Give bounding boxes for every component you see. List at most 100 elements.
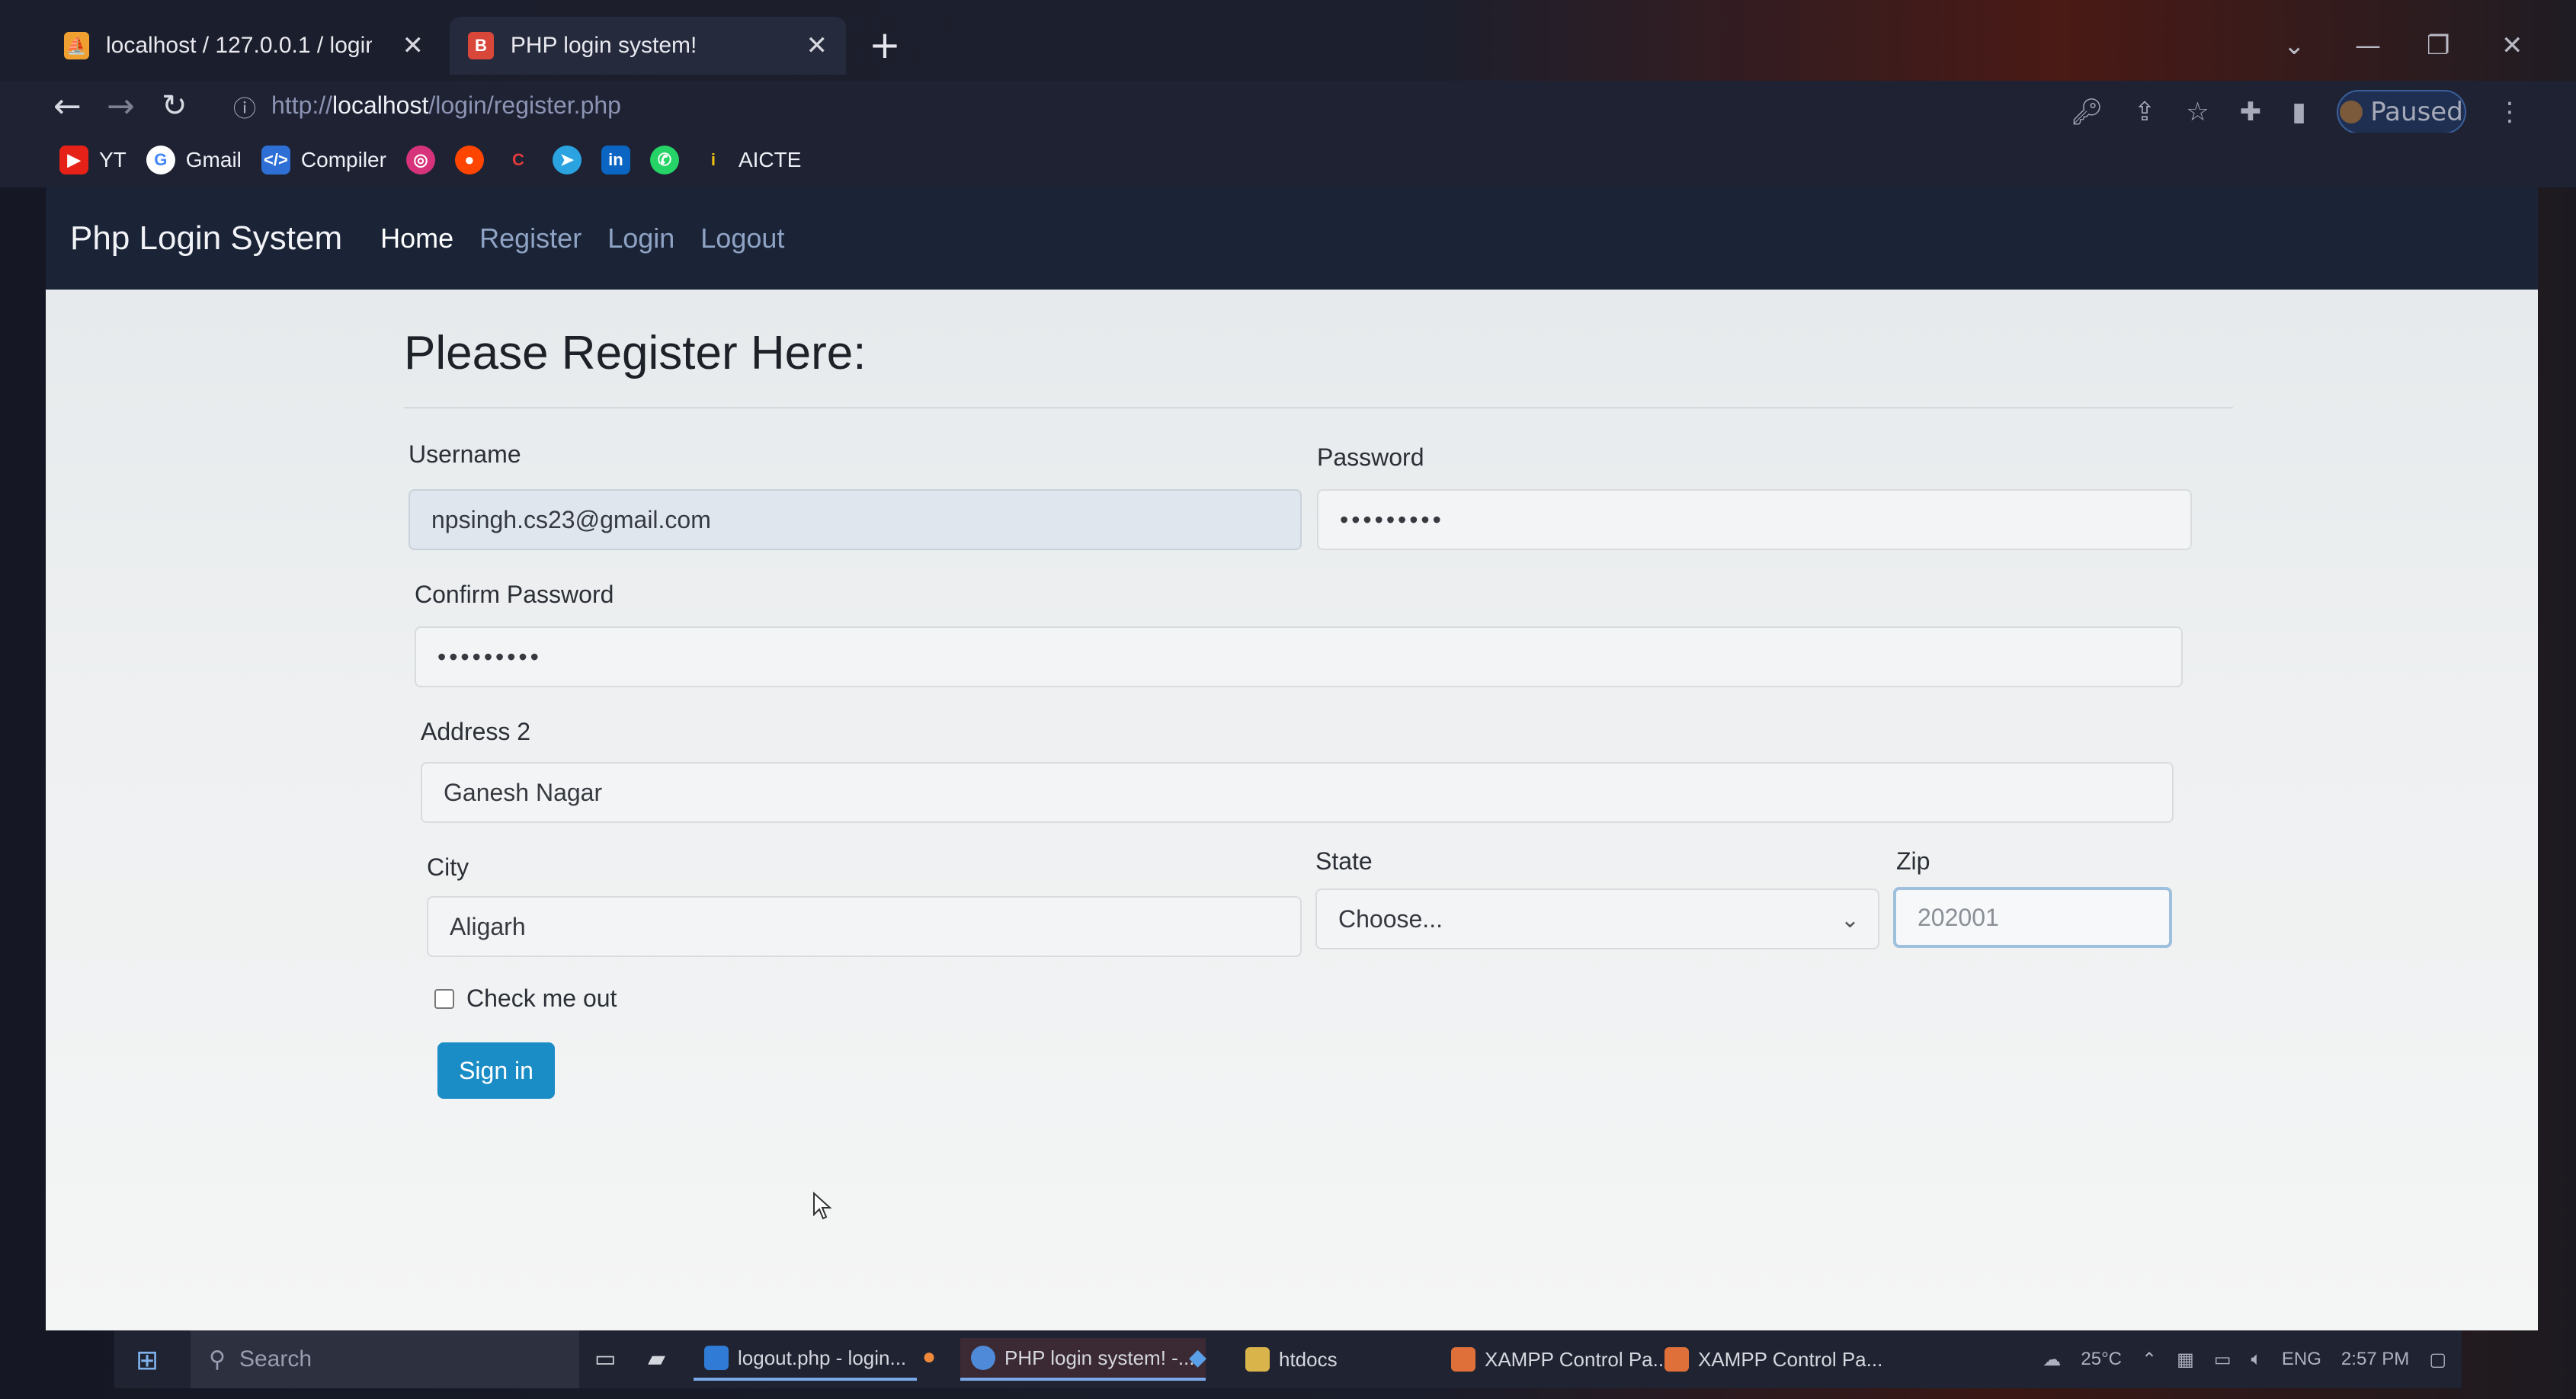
bookmark-reddit[interactable]: ●: [454, 146, 484, 174]
key-icon[interactable]: 🔑︎: [2071, 97, 2103, 127]
bookmark-yt[interactable]: ▶ YT: [59, 146, 127, 174]
language-indicator[interactable]: ENG: [2282, 1349, 2321, 1370]
bookmark-c[interactable]: C: [504, 146, 533, 174]
vscode-icon: [704, 1346, 729, 1370]
address2-label: Address 2: [421, 718, 531, 745]
folder-icon: [1245, 1347, 1270, 1372]
taskbar-label: PHP login system! -...: [1004, 1346, 1195, 1369]
extensions-icon[interactable]: ✚: [2240, 97, 2262, 127]
sidepanel-icon[interactable]: ▮: [2292, 97, 2306, 127]
bookmark-label: Compiler: [300, 148, 386, 171]
windows-start-icon[interactable]: ⊞: [136, 1344, 159, 1376]
bookmark-aicte[interactable]: i AICTE: [699, 146, 802, 174]
city-value: Aligarh: [450, 912, 526, 940]
chevron-up-icon[interactable]: ⌃: [2142, 1349, 2157, 1371]
address2-field[interactable]: Ganesh Nagar: [421, 762, 2174, 823]
confirm-password-value: •••••••••: [437, 642, 542, 671]
bookmark-label: AICTE: [738, 148, 802, 171]
tab-phpmyadmin[interactable]: ⛵ localhost / 127.0.0.1 / login / us ✕: [46, 17, 442, 75]
browser-tabstrip: ⛵ localhost / 127.0.0.1 / login / us ✕ B…: [0, 0, 2576, 91]
check-me-out-checkbox[interactable]: [434, 989, 454, 1009]
profile-button[interactable]: Paused: [2337, 90, 2466, 134]
taskbar-xampp-2[interactable]: XAMPP Control Pa...: [1654, 1338, 1893, 1381]
bookmark-telegram[interactable]: ➤: [552, 146, 582, 174]
city-field[interactable]: Aligarh: [427, 896, 1302, 957]
temperature[interactable]: 25°C: [2081, 1349, 2122, 1370]
bookmark-label: Gmail: [185, 148, 242, 171]
xampp-icon: [1664, 1347, 1689, 1372]
telegram-icon: ➤: [552, 146, 582, 174]
back-icon[interactable]: ←: [53, 87, 82, 126]
username-field[interactable]: npsingh.cs23@gmail.com: [409, 489, 1302, 550]
state-select[interactable]: Choose... ⌄: [1315, 888, 1879, 949]
zip-field[interactable]: 202001: [1893, 887, 2172, 948]
state-label: State: [1315, 847, 1373, 875]
taskbar-chrome[interactable]: PHP login system! -...: [960, 1338, 1206, 1381]
url-host: localhost: [332, 91, 429, 119]
check-me-out-label[interactable]: Check me out: [466, 984, 617, 1013]
toolbar-icons: 🔑︎ ⇪ ☆ ✚ ▮ Paused ⋮: [2071, 90, 2523, 134]
password-field[interactable]: •••••••••: [1317, 489, 2192, 550]
site-info-icon[interactable]: ⓘ: [233, 90, 256, 123]
password-value: •••••••••: [1340, 505, 1444, 533]
task-view-icon[interactable]: ▭: [594, 1346, 616, 1372]
bookmark-label: YT: [99, 148, 127, 171]
volume-icon[interactable]: 🔈︎: [2251, 1349, 2262, 1370]
bookmark-compiler[interactable]: </> Compiler: [261, 146, 386, 174]
share-icon[interactable]: ⇪: [2134, 97, 2156, 127]
new-tab-icon[interactable]: +: [869, 23, 901, 67]
url-input[interactable]: ⓘ http://localhost/login/register.php: [229, 85, 2058, 128]
sign-in-button[interactable]: Sign in: [437, 1042, 555, 1099]
phpmyadmin-icon: ⛵: [64, 32, 90, 59]
file-explorer-icon[interactable]: ▰: [648, 1346, 665, 1372]
nav-logout[interactable]: Logout: [700, 222, 784, 255]
app-icon[interactable]: ◆: [1189, 1344, 1206, 1371]
screen: ⛵ localhost / 127.0.0.1 / login / us ✕ B…: [0, 0, 2576, 1399]
zip-label: Zip: [1896, 847, 1930, 875]
minimize-icon[interactable]: —: [2355, 30, 2381, 61]
close-icon[interactable]: ✕: [402, 30, 425, 61]
state-value: Choose...: [1338, 904, 1443, 933]
star-icon[interactable]: ☆: [2186, 97, 2209, 127]
system-tray: ☁ 25°C ⌃ ▦ ▭ 🔈︎ ENG 2:57 PM ▢: [2043, 1330, 2446, 1388]
restore-icon[interactable]: ❐: [2427, 30, 2449, 61]
weather-icon[interactable]: ☁: [2043, 1349, 2061, 1371]
taskbar-htdocs[interactable]: htdocs: [1235, 1338, 1348, 1381]
confirm-password-field[interactable]: •••••••••: [415, 626, 2183, 687]
site-navbar: Php Login System Home Register Login Log…: [46, 187, 2538, 290]
clock[interactable]: 2:57 PM: [2341, 1349, 2409, 1370]
nav-login[interactable]: Login: [607, 222, 674, 255]
bootstrap-icon: B: [468, 32, 494, 59]
password-label: Password: [1317, 443, 1424, 471]
network-icon[interactable]: ▦: [2177, 1349, 2194, 1371]
battery-icon[interactable]: ▭: [2214, 1349, 2232, 1371]
nav-register[interactable]: Register: [479, 222, 582, 255]
firefox-icon[interactable]: ●: [922, 1344, 936, 1370]
menu-icon[interactable]: ⋮: [2497, 97, 2523, 127]
address-bar-row: ← → ↻ ⓘ http://localhost/login/register.…: [0, 81, 2576, 134]
nav-home[interactable]: Home: [380, 222, 453, 255]
username-label: Username: [409, 440, 521, 468]
bookmarks-bar: ▶ YT G Gmail </> Compiler ◎ ● C ➤ in ✆ i AIC…: [0, 133, 2576, 187]
tab-php-login[interactable]: B PHP login system! ✕: [450, 17, 846, 75]
taskbar-xampp-1[interactable]: XAMPP Control Pa...: [1440, 1338, 1680, 1381]
bookmark-gmail[interactable]: G Gmail: [146, 146, 242, 174]
close-icon[interactable]: ✕: [806, 30, 828, 61]
confirm-password-label: Confirm Password: [415, 581, 614, 608]
taskbar-label: logout.php - login...: [738, 1346, 907, 1369]
aicte-icon: i: [710, 150, 716, 169]
bookmark-whatsapp[interactable]: ✆: [649, 146, 679, 174]
forward-icon[interactable]: →: [107, 87, 135, 126]
bookmark-instagram[interactable]: ◎: [405, 146, 435, 174]
zip-value: 202001: [1918, 903, 1999, 931]
bookmark-linkedin[interactable]: in: [601, 146, 630, 174]
compiler-icon: </>: [261, 146, 290, 174]
taskbar-search[interactable]: ⚲ Search: [191, 1330, 579, 1388]
chevron-down-icon[interactable]: ⌄: [2283, 30, 2305, 61]
windows-taskbar: ⊞ ⚲ Search ▭ ▰ logout.php - login... ● P…: [114, 1330, 2462, 1388]
taskbar-vscode[interactable]: logout.php - login...: [694, 1338, 918, 1381]
window-close-icon[interactable]: ✕: [2501, 30, 2523, 61]
notification-icon[interactable]: ▢: [2429, 1349, 2446, 1371]
navbar-brand[interactable]: Php Login System: [70, 219, 342, 258]
reload-icon[interactable]: ↻: [162, 88, 187, 123]
